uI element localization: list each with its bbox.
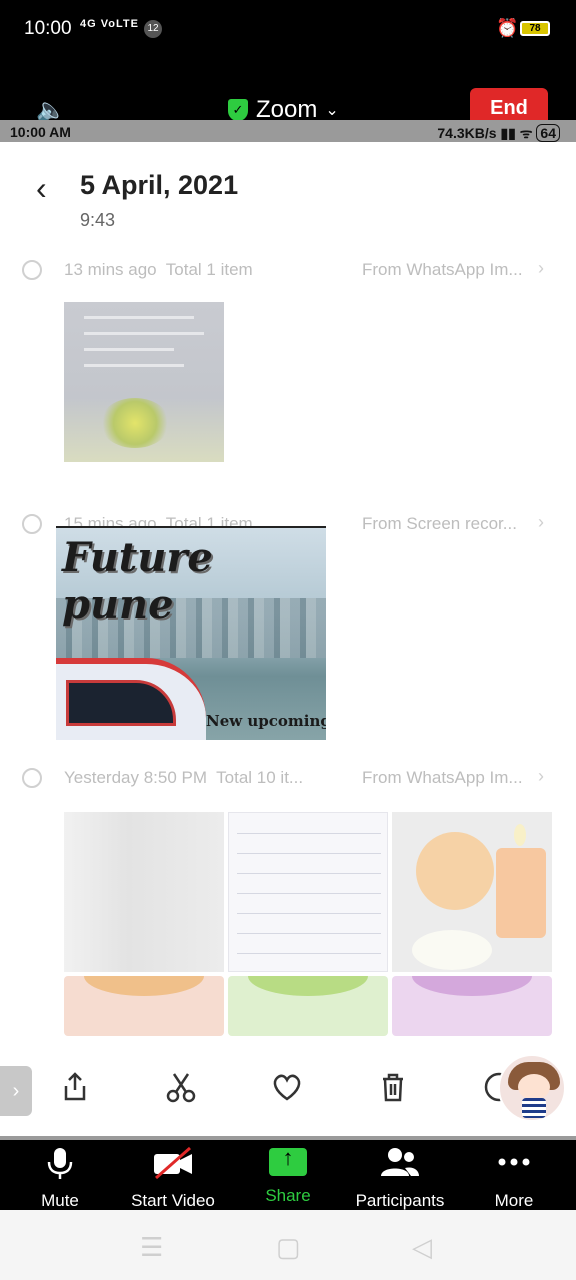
alarm-clock-icon: ⏰ (496, 18, 519, 38)
signal-icon: ▮▮ ᯤ (500, 125, 537, 141)
image-thumbnail[interactable] (64, 302, 224, 462)
avatar-face (518, 1074, 550, 1100)
group-time: Yesterday 8:50 PM Total 10 it... (64, 768, 303, 788)
start-video-button[interactable]: Start Video (124, 1146, 222, 1211)
battery-indicator: 78 (520, 21, 550, 36)
orange-graphic (416, 832, 494, 910)
shield-check-icon: ✓ (228, 99, 248, 121)
clock-icon (22, 514, 42, 534)
group-header[interactable]: 13 mins ago Total 1 item From WhatsApp I… (0, 258, 576, 288)
trash-icon[interactable] (376, 1070, 410, 1104)
table-line (237, 953, 381, 954)
flower-graphic (100, 398, 170, 448)
shared-network-speed: 74.3KB/s ▮▮ ᯤ 64 (437, 124, 560, 143)
participants-button[interactable]: Participants (350, 1146, 450, 1211)
banner-arc (84, 976, 204, 996)
participants-label: Participants (355, 1191, 445, 1210)
zoom-control-bar: Mute Start Video Share Participants More (0, 1136, 576, 1210)
share-label: Share (265, 1186, 311, 1205)
status-time: 10:00 (24, 18, 72, 39)
text-line (84, 332, 204, 335)
chevron-down-icon: ⌄ (325, 102, 339, 119)
document-thumbnail[interactable] (228, 812, 388, 972)
share-icon[interactable] (58, 1070, 92, 1104)
more-dots-icon (498, 1158, 530, 1166)
image-thumbnail[interactable] (64, 976, 224, 1036)
page-subtitle: 9:43 (80, 210, 116, 230)
scissors-icon[interactable] (164, 1070, 198, 1104)
back-arrow-icon[interactable]: ‹ (36, 170, 47, 207)
back-icon[interactable]: ◁ (412, 1232, 432, 1263)
heart-icon[interactable] (270, 1070, 304, 1104)
zoom-top-bar: 🔈 ✓ Zoom ⌄ End (0, 60, 576, 128)
video-title: Future pune (62, 534, 213, 628)
group-ago: Yesterday 8:50 PM (64, 768, 208, 787)
video-off-icon (154, 1146, 192, 1180)
more-button[interactable]: More (490, 1146, 538, 1211)
start-video-label: Start Video (131, 1191, 215, 1210)
table-line (237, 853, 381, 854)
participants-icon (381, 1148, 419, 1176)
candle-graphic (496, 848, 546, 938)
avatar-overlay (498, 1054, 566, 1122)
system-navigation-bar: ☰ ▢ ◁ (0, 1210, 576, 1280)
image-thumbnail[interactable] (64, 812, 224, 972)
recent-apps-icon[interactable]: ☰ (140, 1232, 163, 1263)
banner-arc (248, 976, 368, 996)
chevron-right-icon: › (538, 512, 544, 532)
more-label: More (494, 1191, 534, 1210)
page-title: 5 April, 2021 (80, 170, 239, 200)
chevron-right-icon: › (538, 766, 544, 786)
text-line (84, 364, 184, 367)
table-line (237, 913, 381, 914)
flame-graphic (514, 824, 526, 846)
group-ago: 13 mins ago (64, 260, 157, 279)
image-thumbnail[interactable] (392, 976, 552, 1036)
table-line (237, 933, 381, 934)
text-line (84, 316, 194, 319)
network-indicator: 4G VoLTE (80, 18, 139, 30)
shared-screen-status-bar: 10:00 AM 74.3KB/s ▮▮ ᯤ 64 (0, 120, 576, 142)
table-line (237, 833, 381, 834)
table-line (237, 873, 381, 874)
group-total: Total 10 it... (216, 768, 304, 787)
group-source: From WhatsApp Im... (362, 768, 523, 787)
shared-speed-text: 74.3KB/s (437, 125, 497, 141)
clock-icon (22, 768, 42, 788)
shared-battery: 64 (536, 124, 560, 142)
image-thumbnail[interactable] (392, 812, 552, 972)
table-line (237, 893, 381, 894)
microphone-icon (47, 1148, 73, 1179)
home-icon[interactable]: ▢ (276, 1232, 301, 1263)
video-caption: New upcoming p (206, 712, 326, 730)
group-total: Total 1 item (165, 260, 253, 279)
group-source: From WhatsApp Im... (362, 260, 523, 279)
clock-icon (22, 260, 42, 280)
video-thumbnail[interactable]: Future pune New upcoming p (56, 526, 326, 740)
avatar-body (522, 1098, 546, 1118)
side-panel-tab[interactable]: › (0, 1066, 32, 1116)
text-line (84, 348, 174, 351)
banner-arc (412, 976, 532, 996)
shared-time: 10:00 AM (10, 124, 71, 140)
image-thumbnail[interactable] (228, 976, 388, 1036)
group-time: 13 mins ago Total 1 item (64, 260, 253, 280)
train-window (66, 680, 176, 726)
group-source: From Screen recor... (362, 514, 517, 533)
notification-count-badge: 12 (144, 20, 162, 38)
mute-label: Mute (41, 1191, 79, 1210)
gallery-action-bar: › (0, 1036, 576, 1136)
metro-train-graphic (56, 658, 206, 740)
gallery-header: ‹ 5 April, 2021 9:43 (0, 142, 576, 254)
chevron-right-icon: › (538, 258, 544, 278)
mute-button[interactable]: Mute (28, 1146, 92, 1211)
device-status-bar: 10:00 4G VoLTE 12 ⏰ 78 (0, 0, 576, 60)
flower-graphic (412, 930, 492, 970)
group-header[interactable]: Yesterday 8:50 PM Total 10 it... From Wh… (0, 766, 576, 796)
share-screen-button[interactable]: Share (258, 1145, 318, 1206)
share-screen-icon (269, 1145, 307, 1176)
